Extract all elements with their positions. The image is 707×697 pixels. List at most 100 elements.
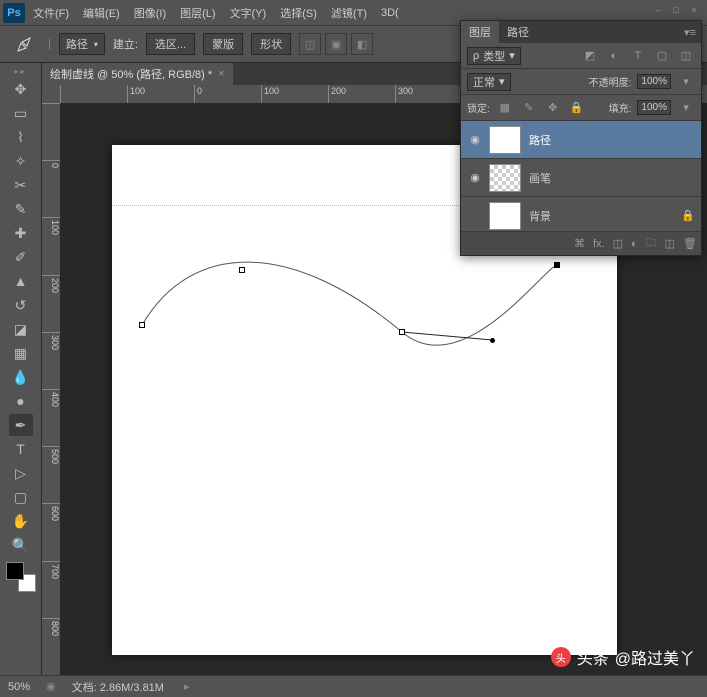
shape-button[interactable]: 形状 bbox=[251, 33, 291, 55]
filter-type-icon[interactable]: T bbox=[629, 48, 647, 64]
document-tab[interactable]: 绘制虚线 @ 50% (路径, RGB/8) * × bbox=[42, 63, 233, 85]
fill-value[interactable]: 100% bbox=[637, 100, 671, 115]
mode-label: 路径 bbox=[66, 36, 88, 52]
history-brush-tool[interactable]: ↺ bbox=[9, 294, 33, 316]
ruler-vertical: 0100200300400500600700800 bbox=[42, 103, 60, 675]
crop-tool[interactable]: ✂ bbox=[9, 174, 33, 196]
mask-icon[interactable]: ◫ bbox=[613, 237, 623, 250]
lock-all-icon[interactable]: 🔒 bbox=[568, 100, 586, 116]
watermark-brand: 头条 bbox=[577, 645, 609, 669]
anchor-point-3[interactable] bbox=[399, 329, 405, 335]
window-maximize-icon[interactable]: □ bbox=[667, 4, 685, 16]
menu-image[interactable]: 图像(I) bbox=[134, 5, 166, 21]
anchor-point-4[interactable] bbox=[554, 262, 560, 268]
ps-logo: Ps bbox=[3, 3, 25, 23]
panel-menu-icon[interactable]: ▾≡ bbox=[679, 26, 701, 39]
blur-tool[interactable]: 💧 bbox=[9, 366, 33, 388]
toolbox: ▸▸ ✥ ▭ ⌇ ✧ ✂ ✎ ✚ ✐ ▲ ↺ ◪ ▦ 💧 ● ✒ T ▷ ▢ ✋… bbox=[0, 63, 42, 675]
filter-smart-icon[interactable]: ◫ bbox=[677, 48, 695, 64]
filter-pixel-icon[interactable]: ◩ bbox=[581, 48, 599, 64]
menu-filter[interactable]: 滤镜(T) bbox=[331, 5, 367, 21]
layer-name[interactable]: 路径 bbox=[529, 132, 551, 148]
wand-tool[interactable]: ✧ bbox=[9, 150, 33, 172]
lock-pixels-icon[interactable]: ✎ bbox=[520, 100, 538, 116]
zoom-tool[interactable]: 🔍 bbox=[9, 534, 33, 556]
lock-position-icon[interactable]: ✥ bbox=[544, 100, 562, 116]
healing-tool[interactable]: ✚ bbox=[9, 222, 33, 244]
doc-size-label: 文档: bbox=[72, 682, 97, 694]
handle-point[interactable] bbox=[490, 338, 495, 343]
menu-layer[interactable]: 图层(L) bbox=[180, 5, 215, 21]
layer-thumbnail[interactable] bbox=[489, 164, 521, 192]
tab-paths[interactable]: 路径 bbox=[499, 21, 537, 43]
mask-button[interactable]: 蒙版 bbox=[203, 33, 243, 55]
blend-mode-dropdown[interactable]: 正常 ▾ bbox=[467, 73, 511, 91]
new-layer-icon[interactable]: ◫ bbox=[665, 237, 675, 250]
menu-file[interactable]: 文件(F) bbox=[33, 5, 69, 21]
lock-trans-icon[interactable]: ▩ bbox=[496, 100, 514, 116]
lock-icon: 🔒 bbox=[681, 209, 695, 222]
toolbox-grip-icon[interactable]: ▸▸ bbox=[3, 67, 39, 77]
zoom-level[interactable]: 50% bbox=[8, 681, 30, 693]
watermark-logo-icon: 头 bbox=[551, 647, 571, 667]
tab-close-icon[interactable]: × bbox=[218, 68, 224, 80]
layer-thumbnail[interactable] bbox=[489, 126, 521, 154]
opacity-value[interactable]: 100% bbox=[637, 74, 671, 89]
layer-thumbnail[interactable] bbox=[489, 202, 521, 230]
link-layers-icon[interactable]: ⌘ bbox=[574, 237, 585, 250]
menu-edit[interactable]: 编辑(E) bbox=[83, 5, 120, 21]
path-op-icon-1[interactable]: ◫ bbox=[299, 33, 321, 55]
hand-tool[interactable]: ✋ bbox=[9, 510, 33, 532]
menu-3d[interactable]: 3D( bbox=[381, 7, 399, 19]
eyedropper-tool[interactable]: ✎ bbox=[9, 198, 33, 220]
mode-dropdown[interactable]: 路径 ▾ bbox=[59, 33, 105, 55]
window-close-icon[interactable]: × bbox=[685, 4, 703, 16]
path-select-tool[interactable]: ▷ bbox=[9, 462, 33, 484]
fx-icon[interactable]: fx. bbox=[593, 238, 605, 250]
gradient-tool[interactable]: ▦ bbox=[9, 342, 33, 364]
shape-tool[interactable]: ▢ bbox=[9, 486, 33, 508]
type-tool[interactable]: T bbox=[9, 438, 33, 460]
move-tool[interactable]: ✥ bbox=[9, 78, 33, 100]
tab-layers[interactable]: 图层 bbox=[461, 21, 499, 43]
path-op-icon-2[interactable]: ▣ bbox=[325, 33, 347, 55]
adjustment-icon[interactable]: ◐ bbox=[631, 238, 638, 250]
layers-list: ◉ 路径 ◉ 画笔 背景 🔒 bbox=[461, 121, 701, 231]
fg-color-swatch[interactable] bbox=[6, 562, 24, 580]
visibility-toggle-icon[interactable]: ◉ bbox=[461, 133, 489, 146]
marquee-tool[interactable]: ▭ bbox=[9, 102, 33, 124]
filter-kind-dropdown[interactable]: ρ 类型 ▾ bbox=[467, 47, 521, 65]
layer-name[interactable]: 背景 bbox=[529, 208, 551, 224]
path-op-icon-3[interactable]: ◧ bbox=[351, 33, 373, 55]
dodge-tool[interactable]: ● bbox=[9, 390, 33, 412]
watermark-author: @路过美丫 bbox=[615, 645, 695, 669]
fill-arrow-icon[interactable]: ▾ bbox=[677, 100, 695, 116]
layers-panel-footer: ⌘ fx. ◫ ◐ 🗀 ◫ 🗑 bbox=[461, 231, 701, 255]
window-minimize-icon[interactable]: – bbox=[649, 4, 667, 16]
fill-label: 填充: bbox=[609, 100, 632, 115]
pen-tool-icon[interactable] bbox=[10, 33, 40, 55]
color-swatches[interactable] bbox=[6, 562, 36, 592]
filter-shape-icon[interactable]: ▢ bbox=[653, 48, 671, 64]
layer-row[interactable]: 背景 🔒 bbox=[461, 197, 701, 231]
layer-name[interactable]: 画笔 bbox=[529, 170, 551, 186]
opacity-arrow-icon[interactable]: ▾ bbox=[677, 74, 695, 90]
menu-type[interactable]: 文字(Y) bbox=[230, 5, 267, 21]
filter-adjust-icon[interactable]: ◐ bbox=[605, 48, 623, 64]
anchor-point-2[interactable] bbox=[239, 267, 245, 273]
group-icon[interactable]: 🗀 bbox=[646, 234, 657, 253]
opacity-label: 不透明度: bbox=[589, 74, 632, 89]
brush-tool[interactable]: ✐ bbox=[9, 246, 33, 268]
delete-icon[interactable]: 🗑 bbox=[683, 237, 697, 250]
status-arrow-icon[interactable]: ▸ bbox=[184, 680, 190, 693]
selection-button[interactable]: 选区... bbox=[146, 33, 195, 55]
lasso-tool[interactable]: ⌇ bbox=[9, 126, 33, 148]
visibility-toggle-icon[interactable]: ◉ bbox=[461, 171, 489, 184]
menu-select[interactable]: 选择(S) bbox=[280, 5, 317, 21]
pen-tool[interactable]: ✒ bbox=[9, 414, 33, 436]
layer-row[interactable]: ◉ 画笔 bbox=[461, 159, 701, 197]
eraser-tool[interactable]: ◪ bbox=[9, 318, 33, 340]
layer-row[interactable]: ◉ 路径 bbox=[461, 121, 701, 159]
anchor-point-1[interactable] bbox=[139, 322, 145, 328]
stamp-tool[interactable]: ▲ bbox=[9, 270, 33, 292]
